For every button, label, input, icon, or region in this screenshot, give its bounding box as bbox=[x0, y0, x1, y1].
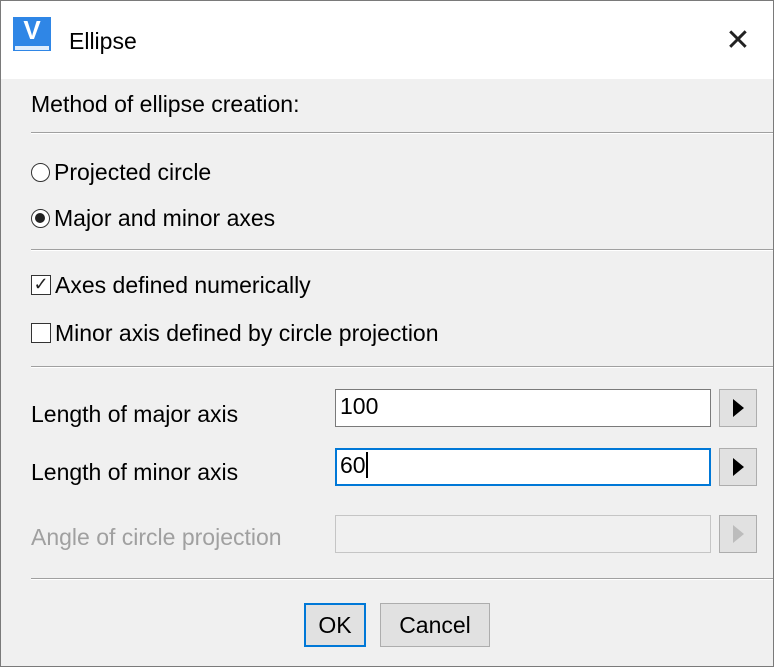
close-button[interactable]: ✕ bbox=[703, 1, 773, 79]
ok-button[interactable]: OK bbox=[304, 603, 366, 647]
angle-projection-pick-button[interactable] bbox=[719, 515, 757, 553]
method-heading: Method of ellipse creation: bbox=[31, 91, 300, 117]
major-axis-label: Length of major axis bbox=[31, 401, 239, 427]
app-icon-letter: V bbox=[23, 15, 41, 45]
radio-label: Projected circle bbox=[54, 158, 212, 185]
minor-axis-input[interactable]: 60 bbox=[335, 448, 711, 486]
window-title: Ellipse bbox=[69, 28, 137, 54]
close-icon: ✕ bbox=[725, 23, 751, 57]
checkbox-axes-numerically[interactable]: ✓ Axes defined numerically bbox=[31, 268, 311, 302]
checkbox-minor-axis-circle-projection[interactable]: Minor axis defined by circle projection bbox=[31, 316, 439, 350]
play-arrow-icon bbox=[732, 399, 744, 417]
radio-major-minor-axes[interactable]: Major and minor axes bbox=[31, 201, 275, 235]
radio-label: Major and minor axes bbox=[54, 204, 276, 231]
angle-projection-input[interactable] bbox=[335, 515, 711, 553]
major-axis-pick-button[interactable] bbox=[719, 389, 757, 427]
checkbox-icon[interactable] bbox=[31, 323, 51, 343]
play-arrow-icon bbox=[732, 458, 744, 476]
radio-button-icon[interactable] bbox=[31, 162, 50, 182]
ellipse-dialog: V Ellipse ✕ Method of ellipse creation: … bbox=[0, 0, 774, 667]
checkbox-label: Minor axis defined by circle projection bbox=[55, 319, 439, 346]
separator bbox=[31, 366, 773, 368]
checkbox-label: Axes defined numerically bbox=[55, 271, 311, 298]
checkbox-checked-icon[interactable]: ✓ bbox=[31, 275, 51, 295]
separator bbox=[31, 578, 773, 580]
text-caret bbox=[365, 452, 368, 478]
major-axis-input[interactable]: 100 bbox=[335, 389, 711, 427]
minor-axis-label: Length of minor axis bbox=[31, 459, 239, 485]
title-bar: V Ellipse ✕ bbox=[1, 1, 773, 79]
app-icon: V bbox=[13, 15, 51, 51]
cancel-button[interactable]: Cancel bbox=[380, 603, 490, 647]
angle-projection-label: Angle of circle projection bbox=[31, 524, 282, 550]
radio-button-checked-icon[interactable] bbox=[31, 208, 50, 228]
minor-axis-pick-button[interactable] bbox=[719, 448, 757, 486]
radio-projected-circle[interactable]: Projected circle bbox=[31, 155, 211, 189]
separator bbox=[31, 132, 773, 134]
play-arrow-icon bbox=[732, 525, 744, 543]
separator bbox=[31, 249, 773, 251]
